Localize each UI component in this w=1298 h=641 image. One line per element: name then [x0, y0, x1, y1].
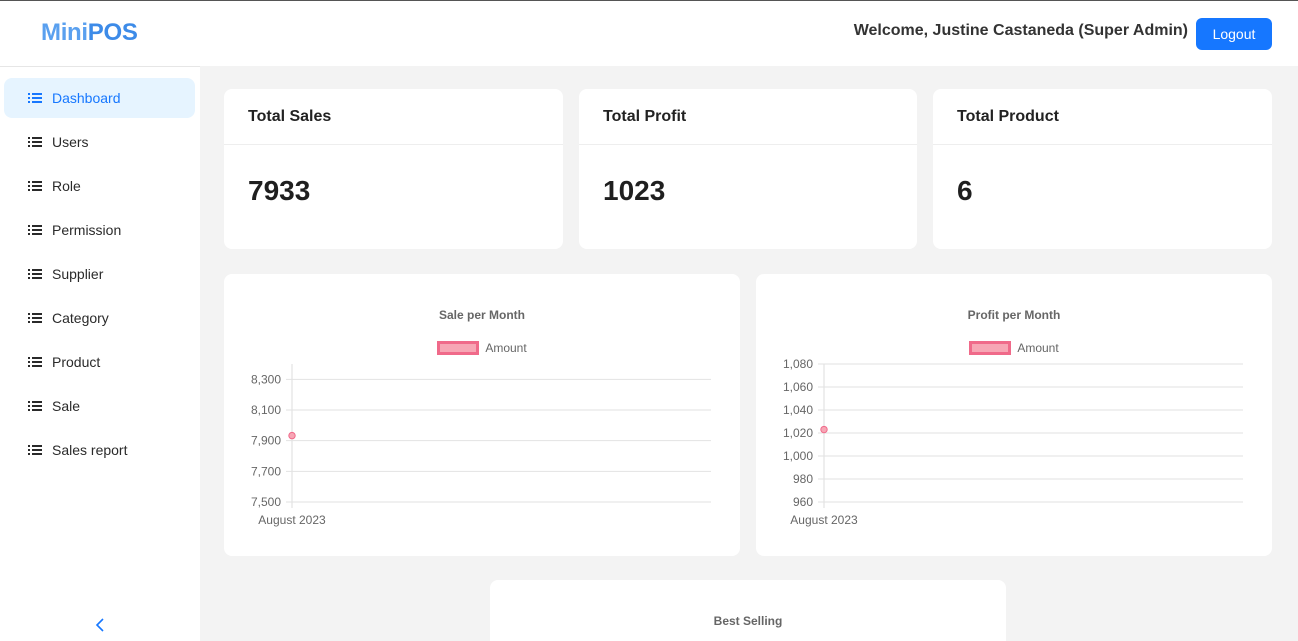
list-icon	[28, 224, 42, 236]
sidebar-item-label: Category	[52, 310, 109, 326]
logo-text-mini: Mini	[41, 19, 88, 46]
top-header: MiniPOS Welcome, Justine Castaneda (Supe…	[0, 0, 1298, 66]
sale-per-month-card: Sale per Month Amount 8,300 8,100 7,900 7,7…	[224, 274, 740, 556]
total-profit-value: 1023	[603, 175, 666, 206]
sidebar-item-users[interactable]: Users	[4, 122, 195, 162]
sidebar-item-label: Role	[52, 178, 81, 194]
y-tick-label: 960	[793, 495, 813, 509]
sidebar-item-sales-report[interactable]: Sales report	[4, 430, 195, 470]
x-tick-label: August 2023	[258, 513, 326, 527]
y-tick-label: 7,700	[251, 464, 281, 478]
y-tick-label: 1,040	[783, 403, 813, 417]
y-tick-label: 7,500	[251, 495, 281, 509]
list-icon	[28, 136, 42, 148]
sidebar-item-supplier[interactable]: Supplier	[4, 254, 195, 294]
list-icon	[28, 180, 42, 192]
logout-button[interactable]: Logout	[1196, 18, 1272, 50]
sidebar-item-product[interactable]: Product	[4, 342, 195, 382]
y-tick-label: 1,080	[783, 357, 813, 371]
list-icon	[28, 356, 42, 368]
sidebar-item-category[interactable]: Category	[4, 298, 195, 338]
total-sales-title: Total Sales	[224, 89, 563, 145]
list-icon	[28, 400, 42, 412]
y-tick-label: 8,100	[251, 403, 281, 417]
sale-line-chart: 8,300 8,100 7,900 7,700 7,500 August 2023	[251, 364, 711, 527]
collapse-sidebar-icon[interactable]	[92, 617, 108, 633]
welcome-text: Welcome, Justine Castaneda (Super Admin)	[853, 22, 1188, 39]
sidebar: Dashboard Users Role Permission Supplier Cate…	[0, 66, 200, 641]
list-icon	[28, 444, 42, 456]
total-sales-card: Total Sales 7933	[224, 89, 563, 249]
sidebar-item-label: Permission	[52, 222, 122, 238]
sidebar-item-label: Supplier	[52, 266, 104, 282]
total-product-value: 6	[957, 175, 973, 206]
y-tick-label: 8,300	[251, 372, 281, 386]
best-selling-card: Best Selling	[490, 580, 1006, 641]
y-tick-label: 980	[793, 472, 813, 486]
total-product-card: Total Product 6	[933, 89, 1272, 249]
list-icon	[28, 268, 42, 280]
data-point	[820, 425, 828, 434]
best-selling-title: Best Selling	[713, 614, 783, 628]
sidebar-item-label: Product	[52, 354, 101, 370]
total-sales-value: 7933	[248, 175, 311, 206]
sidebar-item-label: Dashboard	[52, 90, 121, 106]
list-icon	[28, 312, 42, 324]
profit-per-month-card: Profit per Month Amount 1,080 1,060 1,040 1…	[756, 274, 1272, 556]
sidebar-item-dashboard[interactable]: Dashboard	[4, 78, 195, 118]
y-tick-label: 1,000	[783, 449, 813, 463]
sidebar-item-sale[interactable]: Sale	[4, 386, 195, 426]
total-product-title: Total Product	[933, 89, 1272, 145]
logo-text-pos: POS	[87, 19, 138, 46]
sidebar-item-permission[interactable]: Permission	[4, 210, 195, 250]
sidebar-item-label: Sale	[52, 398, 81, 414]
total-profit-title: Total Profit	[579, 89, 917, 145]
x-tick-label: August 2023	[790, 513, 858, 527]
sidebar-item-label: Sales report	[52, 442, 128, 458]
profit-line-chart: 1,080 1,060 1,040 1,020 1,000 980 960 August 20…	[783, 357, 1243, 527]
y-tick-label: 1,060	[783, 380, 813, 394]
y-tick-label: 1,020	[783, 426, 813, 440]
app-logo[interactable]: MiniPOS	[41, 19, 138, 47]
total-profit-card: Total Profit 1023	[579, 89, 917, 249]
list-icon	[28, 92, 42, 104]
y-tick-label: 7,900	[251, 434, 281, 448]
data-point	[288, 431, 296, 440]
sidebar-item-role[interactable]: Role	[4, 166, 195, 206]
sidebar-item-label: Users	[52, 134, 89, 150]
